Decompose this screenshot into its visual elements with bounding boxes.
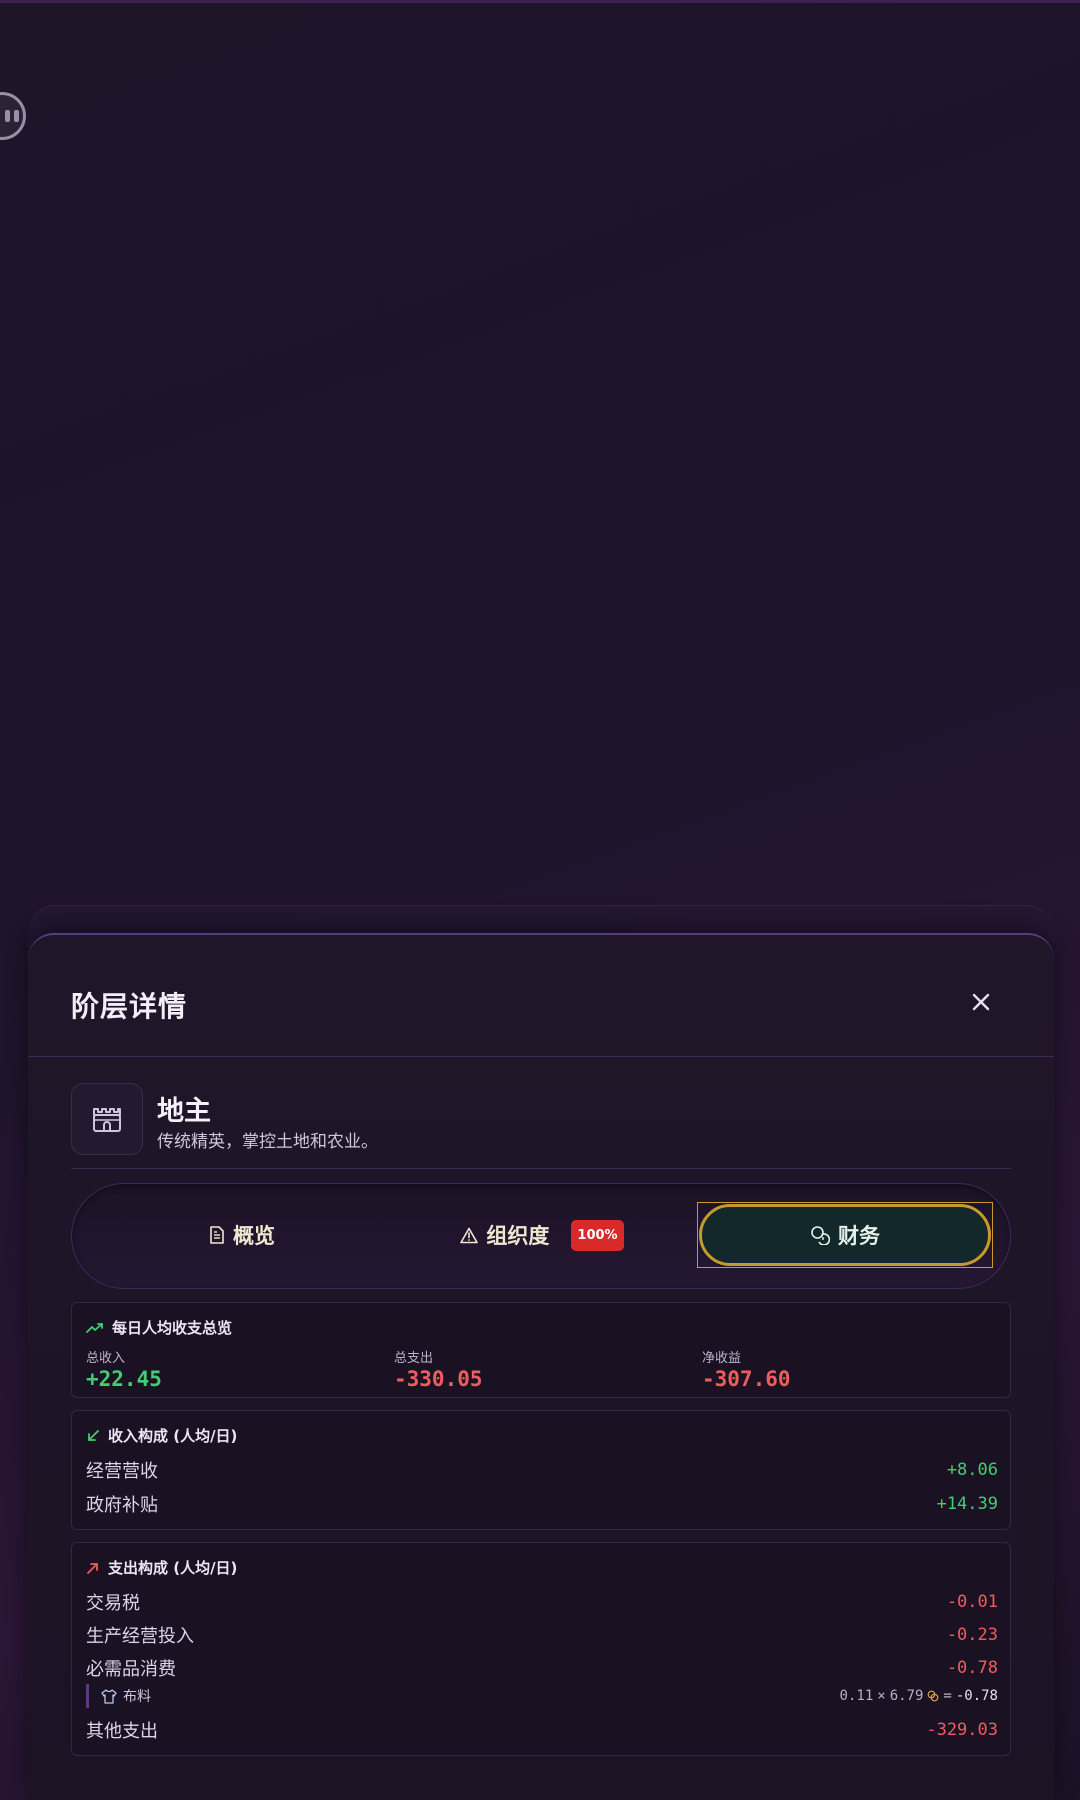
net-profit-label: 净收益: [702, 1351, 742, 1366]
total-expense: 总支出 -330.05: [394, 1347, 483, 1391]
cloth-formula: 0.11 × 6.79 = -0.78: [840, 1688, 998, 1704]
coins-icon: [811, 1226, 830, 1245]
backdrop-top-line: [0, 0, 1080, 3]
total-income-value: +22.45: [86, 1367, 162, 1391]
trending-up-icon: [86, 1322, 103, 1333]
total-income: 总收入 +22.45: [86, 1347, 162, 1391]
tab-finance[interactable]: 财务: [699, 1204, 991, 1266]
class-info-card: 地主 传统精英，掌控土地和农业。: [71, 1083, 1011, 1169]
class-description: 传统精英，掌控土地和农业。: [157, 1132, 378, 1152]
expense-row-label: 生产经营投入: [86, 1626, 194, 1647]
sub-row-label: 布料: [101, 1686, 151, 1706]
warning-icon: [460, 1227, 479, 1243]
tab-bar: 概览 组织度 100% 财务: [71, 1183, 1011, 1289]
castle-icon: [93, 1108, 121, 1132]
expense-row-value: -0.78: [946, 1658, 998, 1678]
chat-bubble-icon: [3, 110, 21, 122]
modal-title: 阶层详情: [71, 990, 188, 1023]
document-icon: [210, 1226, 224, 1244]
close-icon[interactable]: [966, 987, 996, 1017]
class-icon-box: [71, 1083, 143, 1155]
organization-badge: 100%: [571, 1219, 624, 1251]
expense-row: 其他支出 -329.03: [86, 1717, 998, 1743]
income-breakdown-panel: 收入构成 (人均/日) 经营营收 +8.06 政府补贴 +14.39: [71, 1410, 1011, 1530]
net-profit: 净收益 -307.60: [702, 1347, 791, 1391]
class-name: 地主: [157, 1096, 211, 1127]
arrow-down-left-icon: [88, 1429, 99, 1441]
income-row-value: +8.06: [946, 1460, 998, 1480]
income-title: 收入构成 (人均/日): [86, 1425, 237, 1446]
total-income-label: 总收入: [86, 1351, 126, 1366]
cloth-result: -0.78: [955, 1688, 998, 1704]
expense-row-value: -329.03: [926, 1720, 998, 1740]
arrow-up-right-icon: [87, 1562, 98, 1574]
income-row: 经营营收 +8.06: [86, 1457, 998, 1483]
expense-row: 生产经营投入 -0.23: [86, 1622, 998, 1648]
net-profit-value: -307.60: [702, 1367, 791, 1391]
expense-row-label: 交易税: [86, 1593, 140, 1614]
income-row-label: 经营营收: [86, 1461, 158, 1482]
income-row-label: 政府补贴: [86, 1495, 158, 1516]
shirt-icon: [101, 1688, 117, 1704]
class-details-modal: 阶层详情 地主 传统精英，掌控土地和农业。 概览 组织度 100% 财务 每日人…: [28, 933, 1054, 1800]
summary-title: 每日人均收支总览: [86, 1317, 232, 1338]
expense-breakdown-panel: 支出构成 (人均/日) 交易税 -0.01 生产经营投入 -0.23 必需品消费…: [71, 1542, 1011, 1756]
expense-row: 交易税 -0.01: [86, 1589, 998, 1615]
tab-overview-label: 概览: [233, 1224, 275, 1248]
equals-sign: =: [943, 1688, 952, 1704]
tab-organization-label: 组织度: [486, 1224, 550, 1248]
expense-row-value: -0.01: [946, 1592, 998, 1612]
expense-title: 支出构成 (人均/日): [86, 1557, 237, 1578]
expense-row-label: 必需品消费: [86, 1659, 176, 1680]
expense-row-label: 其他支出: [86, 1721, 158, 1742]
modal-header: 阶层详情: [28, 935, 1054, 1057]
times-sign: ×: [877, 1688, 886, 1704]
daily-summary-panel: 每日人均收支总览 总收入 +22.45 总支出 -330.05 净收益 -307…: [71, 1302, 1011, 1398]
cloth-price: 6.79: [889, 1688, 924, 1704]
summary-title-text: 每日人均收支总览: [112, 1319, 233, 1337]
expense-row: 必需品消费 -0.78: [86, 1655, 998, 1681]
tab-organization[interactable]: 组织度 100%: [412, 1204, 672, 1266]
coin-icon: [928, 1690, 939, 1702]
expense-sub-row-cloth: 布料 0.11 × 6.79 = -0.78: [86, 1684, 998, 1708]
cloth-qty: 0.11: [839, 1688, 874, 1704]
tab-finance-label: 财务: [838, 1224, 880, 1248]
cloth-label: 布料: [123, 1689, 151, 1705]
expense-title-text: 支出构成 (人均/日): [108, 1559, 238, 1577]
income-row-value: +14.39: [936, 1494, 998, 1514]
total-expense-label: 总支出: [394, 1351, 434, 1366]
total-expense-value: -330.05: [394, 1367, 483, 1391]
expense-row-value: -0.23: [946, 1625, 998, 1645]
income-row: 政府补贴 +14.39: [86, 1491, 998, 1517]
income-title-text: 收入构成 (人均/日): [108, 1427, 238, 1445]
tab-overview[interactable]: 概览: [112, 1204, 372, 1266]
